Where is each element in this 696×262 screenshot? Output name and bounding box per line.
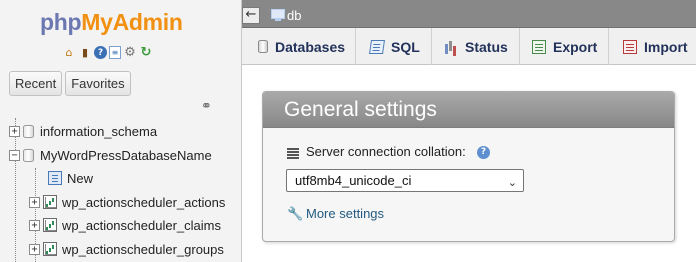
collapse-icon[interactable]: −: [9, 149, 20, 161]
expand-icon[interactable]: +: [29, 219, 40, 231]
help-icon[interactable]: ?: [94, 46, 107, 59]
tree-table[interactable]: + wp_actionscheduler_claims: [29, 215, 221, 235]
tab-label: SQL: [391, 38, 420, 55]
collation-select[interactable]: utf8mb4_unicode_ci ⌄: [286, 169, 524, 192]
database-icon: [23, 124, 34, 138]
main-tabs: Databases SQL Status Export Import: [242, 28, 696, 65]
tree-db-mywordpress[interactable]: − MyWordPressDatabaseName: [9, 145, 212, 165]
database-icon: [23, 148, 34, 162]
expand-icon[interactable]: +: [29, 196, 40, 208]
tab-label: Databases: [275, 38, 346, 55]
link-with-main-panel-icon[interactable]: ⚭: [201, 100, 217, 113]
sql-icon: [369, 39, 385, 54]
collation-value: utf8mb4_unicode_ci: [295, 173, 412, 188]
tree-db-information-schema[interactable]: + information_schema: [9, 121, 157, 141]
export-icon: [532, 39, 546, 54]
list-icon: [287, 147, 299, 158]
table-icon: [43, 195, 57, 209]
logo-php: php: [40, 9, 82, 35]
server-icon: [271, 9, 285, 21]
expand-icon[interactable]: +: [29, 243, 40, 255]
db-name[interactable]: MyWordPressDatabaseName: [40, 148, 212, 163]
table-icon: [43, 242, 57, 256]
logo-myadmin: MyAdmin: [81, 9, 183, 35]
tab-status[interactable]: Status: [432, 28, 520, 65]
table-name[interactable]: wp_actionscheduler_groups: [62, 242, 224, 257]
top-breadcrumb-bar: ← db: [242, 0, 696, 28]
exit-icon[interactable]: ▮: [78, 46, 92, 60]
tab-databases[interactable]: Databases: [242, 28, 356, 65]
table-icon: [43, 218, 57, 232]
collapse-nav-arrow-icon[interactable]: ←: [242, 7, 260, 24]
tab-label: Export: [553, 38, 598, 55]
tree-table[interactable]: + wp_actionscheduler_actions: [29, 192, 225, 212]
settings-icon[interactable]: ⚙: [123, 46, 137, 60]
tab-sql[interactable]: SQL: [356, 28, 432, 65]
favorites-button[interactable]: Favorites: [65, 71, 131, 96]
table-name[interactable]: wp_actionscheduler_actions: [62, 195, 225, 210]
home-icon[interactable]: ⌂: [62, 46, 76, 60]
database-icon: [258, 40, 268, 53]
navigation-panel: phpMyAdmin ⌂ ▮ ? ≡ ⚙ ↻ Recent Favorites …: [0, 0, 242, 262]
phpmyadmin-logo[interactable]: phpMyAdmin: [40, 9, 183, 36]
db-name[interactable]: information_schema: [40, 124, 157, 139]
import-icon: [623, 39, 637, 54]
tree-table[interactable]: + wp_actionscheduler_groups: [29, 239, 224, 259]
status-icon: [444, 40, 458, 54]
general-settings-panel: General settings Server connection colla…: [262, 91, 675, 242]
tab-label: Import: [644, 38, 688, 55]
chevron-down-icon: ⌄: [507, 177, 517, 189]
tab-label: Status: [465, 38, 508, 55]
tree-new[interactable]: New: [48, 168, 93, 188]
wrench-icon: 🔧: [287, 207, 304, 222]
nav-icon-bar: ⌂ ▮ ? ≡ ⚙ ↻: [62, 46, 153, 60]
tab-export[interactable]: Export: [520, 28, 609, 65]
tab-import[interactable]: Import: [609, 28, 696, 65]
docs-icon[interactable]: ≡: [109, 46, 121, 59]
recent-button[interactable]: Recent: [9, 71, 63, 96]
collation-label: Server connection collation:: [306, 144, 466, 159]
new-label[interactable]: New: [67, 171, 93, 186]
breadcrumb-server[interactable]: db: [287, 8, 301, 23]
panel-header: General settings: [263, 92, 674, 128]
expand-icon[interactable]: +: [9, 125, 20, 137]
new-table-icon: [48, 171, 62, 185]
table-name[interactable]: wp_actionscheduler_claims: [62, 218, 221, 233]
help-icon[interactable]: ?: [477, 146, 490, 159]
more-settings-link[interactable]: More settings: [306, 206, 384, 221]
nav-tabs: Recent Favorites: [9, 71, 131, 96]
panel-title: General settings: [284, 98, 437, 121]
reload-icon[interactable]: ↻: [139, 46, 153, 60]
